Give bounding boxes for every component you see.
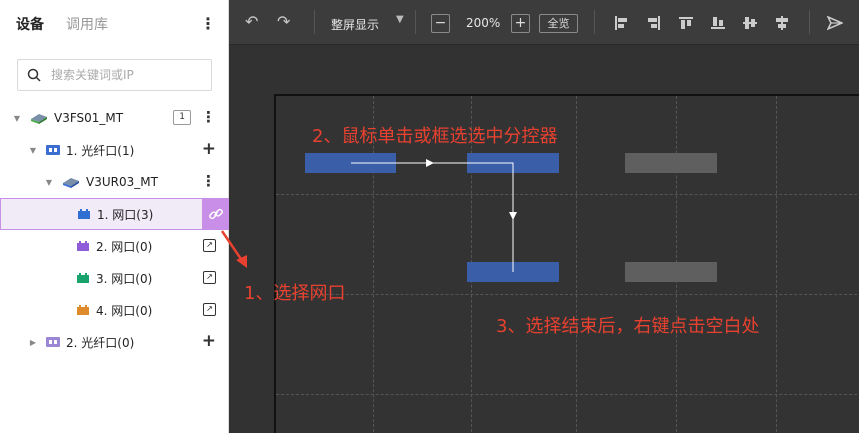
tree-node-label: 3. 网口(0) — [96, 271, 153, 286]
open-link-icon[interactable]: ↗ — [203, 271, 216, 284]
search-input[interactable] — [51, 68, 201, 82]
expand-caret-icon[interactable]: ▼ — [12, 114, 22, 123]
chevron-down-icon[interactable]: ▼ — [396, 14, 404, 25]
toolbar-divider — [594, 10, 595, 34]
search-icon — [27, 68, 41, 82]
fiber-port-icon — [46, 145, 60, 155]
tree-node-label: 1. 光纤口(1) — [66, 143, 135, 158]
link-icon — [209, 208, 223, 220]
toolbar-divider — [314, 10, 315, 34]
tree-node-label: V3FS01_MT — [54, 111, 124, 125]
link-button[interactable] — [202, 198, 230, 230]
tree-node-net-port-2[interactable]: 2. 网口(0) ↗ — [0, 230, 229, 262]
network-port-icon — [77, 208, 91, 220]
tree-node-label: 4. 网口(0) — [96, 303, 153, 318]
align-bottom-icon[interactable] — [711, 16, 725, 30]
tree-node-label: 1. 网口(3) — [97, 207, 154, 222]
align-right-icon[interactable] — [647, 16, 661, 30]
device-sidebar: 设备 调用库 ⋮ ▼ V3FS01_MT 1 ⋮ ▼ 1. 光纤口(1) — [0, 0, 230, 433]
tree-node-fiber-1[interactable]: ▼ 1. 光纤口(1) + — [0, 134, 229, 166]
zoom-level: 200% — [466, 16, 501, 30]
align-horizontal-center-icon[interactable] — [775, 16, 789, 30]
annotation-arrow — [220, 230, 247, 268]
search-box — [17, 59, 212, 91]
align-vertical-center-icon[interactable] — [743, 16, 757, 30]
open-link-icon[interactable]: ↗ — [203, 303, 216, 316]
canvas-toolbar: ↶ ↷ 整屏显示 ▼ − 200% + 全览 — [229, 0, 859, 45]
add-icon[interactable]: + — [202, 139, 216, 159]
display-mode-select[interactable]: 整屏显示 — [331, 16, 379, 33]
add-icon[interactable]: + — [202, 331, 216, 351]
zoom-out-icon[interactable]: − — [431, 14, 450, 33]
canvas-area: ↶ ↷ 整屏显示 ▼ − 200% + 全览 — [229, 0, 859, 433]
network-port-icon — [76, 304, 90, 316]
tree-node-net-port-4[interactable]: 4. 网口(0) ↗ — [0, 294, 229, 326]
tab-devices[interactable]: 设备 — [16, 14, 44, 34]
align-top-icon[interactable] — [679, 16, 693, 30]
annotation-step-3: 3、选择结束后，右键点击空白处 — [496, 316, 760, 337]
overview-button[interactable]: 全览 — [539, 14, 578, 33]
annotation-step-2: 2、鼠标单击或框选选中分控器 — [312, 126, 558, 147]
count-badge: 1 — [173, 110, 191, 125]
device-tree: ▼ V3FS01_MT 1 ⋮ ▼ 1. 光纤口(1) + ▼ V3UR03_M… — [0, 102, 230, 358]
more-options-icon[interactable]: ⋮ — [200, 14, 216, 33]
device-icon — [62, 176, 80, 188]
tree-node-v3fs01[interactable]: ▼ V3FS01_MT 1 ⋮ — [0, 102, 229, 134]
network-port-icon — [76, 240, 90, 252]
zoom-in-icon[interactable]: + — [511, 14, 530, 33]
device-icon — [30, 112, 48, 124]
tab-library[interactable]: 调用库 — [66, 14, 108, 34]
more-options-icon[interactable]: ⋮ — [201, 172, 216, 190]
tree-node-label: 2. 网口(0) — [96, 239, 153, 254]
network-port-icon — [76, 272, 90, 284]
tree-node-net-port-1[interactable]: 1. 网口(3) — [0, 198, 230, 230]
annotation-step-1: 1、选择网口 — [244, 283, 346, 304]
send-icon[interactable] — [827, 15, 843, 31]
more-options-icon[interactable]: ⋮ — [201, 108, 216, 126]
align-left-icon[interactable] — [614, 16, 628, 30]
toolbar-divider — [415, 10, 416, 34]
toolbar-divider — [809, 10, 810, 34]
collapse-caret-icon[interactable]: ▶ — [28, 338, 38, 347]
tree-node-v3ur03[interactable]: ▼ V3UR03_MT ⋮ — [0, 166, 229, 198]
tree-node-fiber-2[interactable]: ▶ 2. 光纤口(0) + — [0, 326, 229, 358]
fiber-port-icon — [46, 337, 60, 347]
tree-node-net-port-3[interactable]: 3. 网口(0) ↗ — [0, 262, 229, 294]
expand-caret-icon[interactable]: ▼ — [44, 178, 54, 187]
sidebar-tabs: 设备 调用库 ⋮ — [0, 0, 228, 48]
tree-node-label: 2. 光纤口(0) — [66, 335, 135, 350]
open-link-icon[interactable]: ↗ — [203, 239, 216, 252]
tree-node-label: V3UR03_MT — [86, 175, 158, 189]
undo-icon[interactable]: ↶ — [245, 12, 258, 31]
expand-caret-icon[interactable]: ▼ — [28, 146, 38, 155]
redo-icon[interactable]: ↷ — [277, 12, 290, 31]
